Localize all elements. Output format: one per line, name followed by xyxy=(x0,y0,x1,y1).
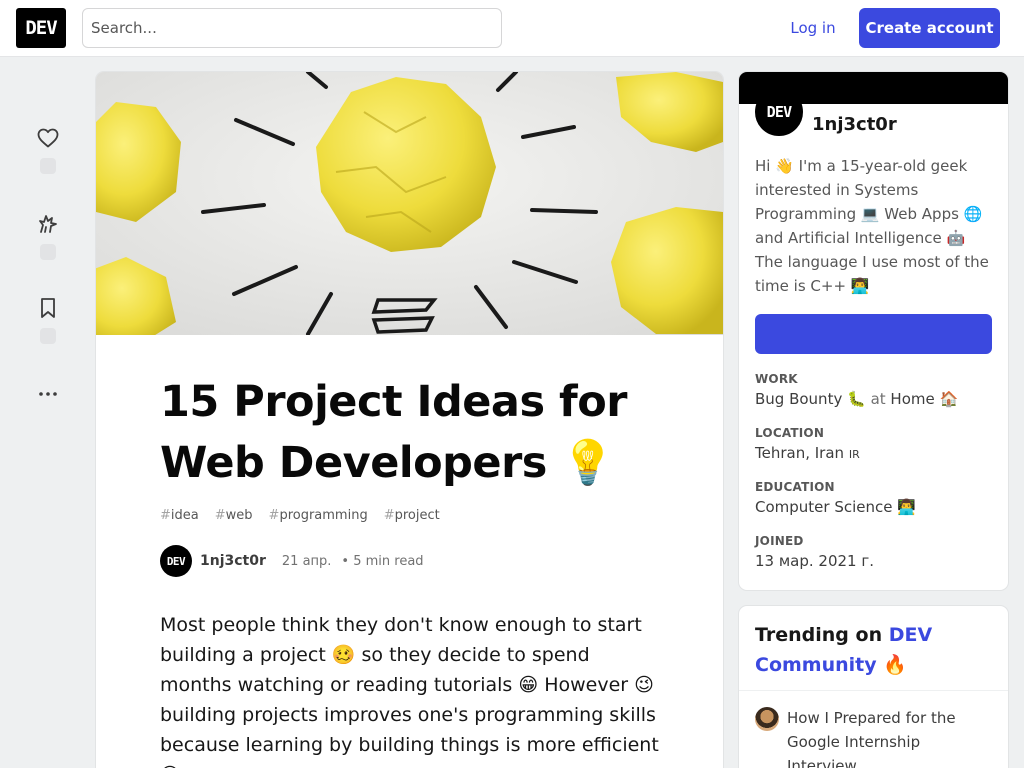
tag-hash: # xyxy=(160,508,171,523)
trending-item-avatar xyxy=(755,707,779,731)
tag-hash: # xyxy=(268,508,280,523)
publish-date: 21 апр. xyxy=(281,553,332,569)
article-body: Most people think they don't know enough… xyxy=(160,614,659,768)
tag-hash: # xyxy=(214,508,226,523)
read-time: • 5 min read xyxy=(341,553,424,569)
profile-name[interactable]: 1nj3ct0r xyxy=(812,114,897,135)
education-label: EDUCATION xyxy=(755,480,835,494)
tag-label: idea xyxy=(170,508,199,523)
author-avatar[interactable]: DEV xyxy=(160,545,192,577)
joined-label: JOINED xyxy=(755,534,804,548)
tag-hash: # xyxy=(383,508,395,523)
search-input[interactable] xyxy=(82,8,502,48)
more-options-button[interactable] xyxy=(34,378,62,406)
work-role: Bug Bounty 🐛 xyxy=(755,390,866,408)
trending-title-prefix: Trending on xyxy=(755,624,883,646)
profile-avatar[interactable]: DEV xyxy=(755,88,803,136)
create-account-button[interactable]: Create account xyxy=(859,8,1000,48)
joined-field: JOINED 13 мар. 2021 г. xyxy=(755,534,874,570)
trending-item[interactable]: How I Prepared for the Google Internship… xyxy=(787,706,997,768)
work-value: Bug Bounty 🐛 at Home 🏠 xyxy=(755,390,958,408)
location-flag: IR xyxy=(848,448,860,461)
article-title: 15 Project Ideas for Web Developers 💡 xyxy=(160,377,627,488)
unicorn-icon xyxy=(39,215,57,233)
trending-card: Trending on DEV Community 🔥 How I Prepar… xyxy=(739,606,1008,768)
author-profile-card: DEV 1nj3ct0r Hi 👋 I'm a 15-year-old geek… xyxy=(739,72,1008,590)
joined-value: 13 мар. 2021 г. xyxy=(755,552,875,570)
education-value: Computer Science 👨‍💻 xyxy=(755,498,916,516)
work-at: at xyxy=(870,390,886,408)
education-field: EDUCATION Computer Science 👨‍💻 xyxy=(755,480,916,516)
dev-logo[interactable]: DEV xyxy=(16,8,66,48)
tag-label: programming xyxy=(279,508,368,523)
heart-icon xyxy=(37,128,59,148)
unicorn-reaction-button[interactable] xyxy=(34,210,62,238)
profile-bio: Hi 👋 I'm a 15-year-old geek interested i… xyxy=(755,157,989,295)
fire-icon: 🔥 xyxy=(883,654,907,676)
top-header: DEV Log in Create account xyxy=(0,0,1024,57)
tag-programming[interactable]: #programming xyxy=(269,508,368,523)
login-button[interactable]: Log in xyxy=(775,8,851,48)
tag-list: #idea #web #programming #project xyxy=(160,508,440,523)
bookmark-button[interactable] xyxy=(34,294,62,322)
bookmark-count xyxy=(40,328,56,344)
cover-image xyxy=(96,72,723,335)
location-field: LOCATION Tehran, Iran IR xyxy=(755,426,860,462)
author-row: DEV 1nj3ct0r 21 апр. • 5 min read xyxy=(160,545,424,577)
heart-count xyxy=(40,158,56,174)
more-icon xyxy=(39,392,57,396)
location-value: Tehran, Iran IR xyxy=(755,444,860,462)
work-place: Home 🏠 xyxy=(890,390,959,408)
unicorn-count xyxy=(40,244,56,260)
work-field: WORK Bug Bounty 🐛 at Home 🏠 xyxy=(755,372,958,408)
work-label: WORK xyxy=(755,372,798,386)
author-name[interactable]: 1nj3ct0r xyxy=(200,553,266,569)
tag-label: project xyxy=(394,508,440,523)
tag-idea[interactable]: #idea xyxy=(160,508,199,523)
tag-label: web xyxy=(225,508,253,523)
tag-project[interactable]: #project xyxy=(384,508,440,523)
location-city: Tehran, Iran xyxy=(755,444,845,462)
location-label: LOCATION xyxy=(755,426,825,440)
tag-web[interactable]: #web xyxy=(215,508,253,523)
article-card: 15 Project Ideas for Web Developers 💡 #i… xyxy=(96,72,723,768)
divider xyxy=(739,690,1008,691)
bookmark-icon xyxy=(41,298,55,318)
follow-button[interactable] xyxy=(755,314,992,354)
heart-reaction-button[interactable] xyxy=(34,124,62,152)
trending-title: Trending on DEV Community 🔥 xyxy=(755,620,985,680)
